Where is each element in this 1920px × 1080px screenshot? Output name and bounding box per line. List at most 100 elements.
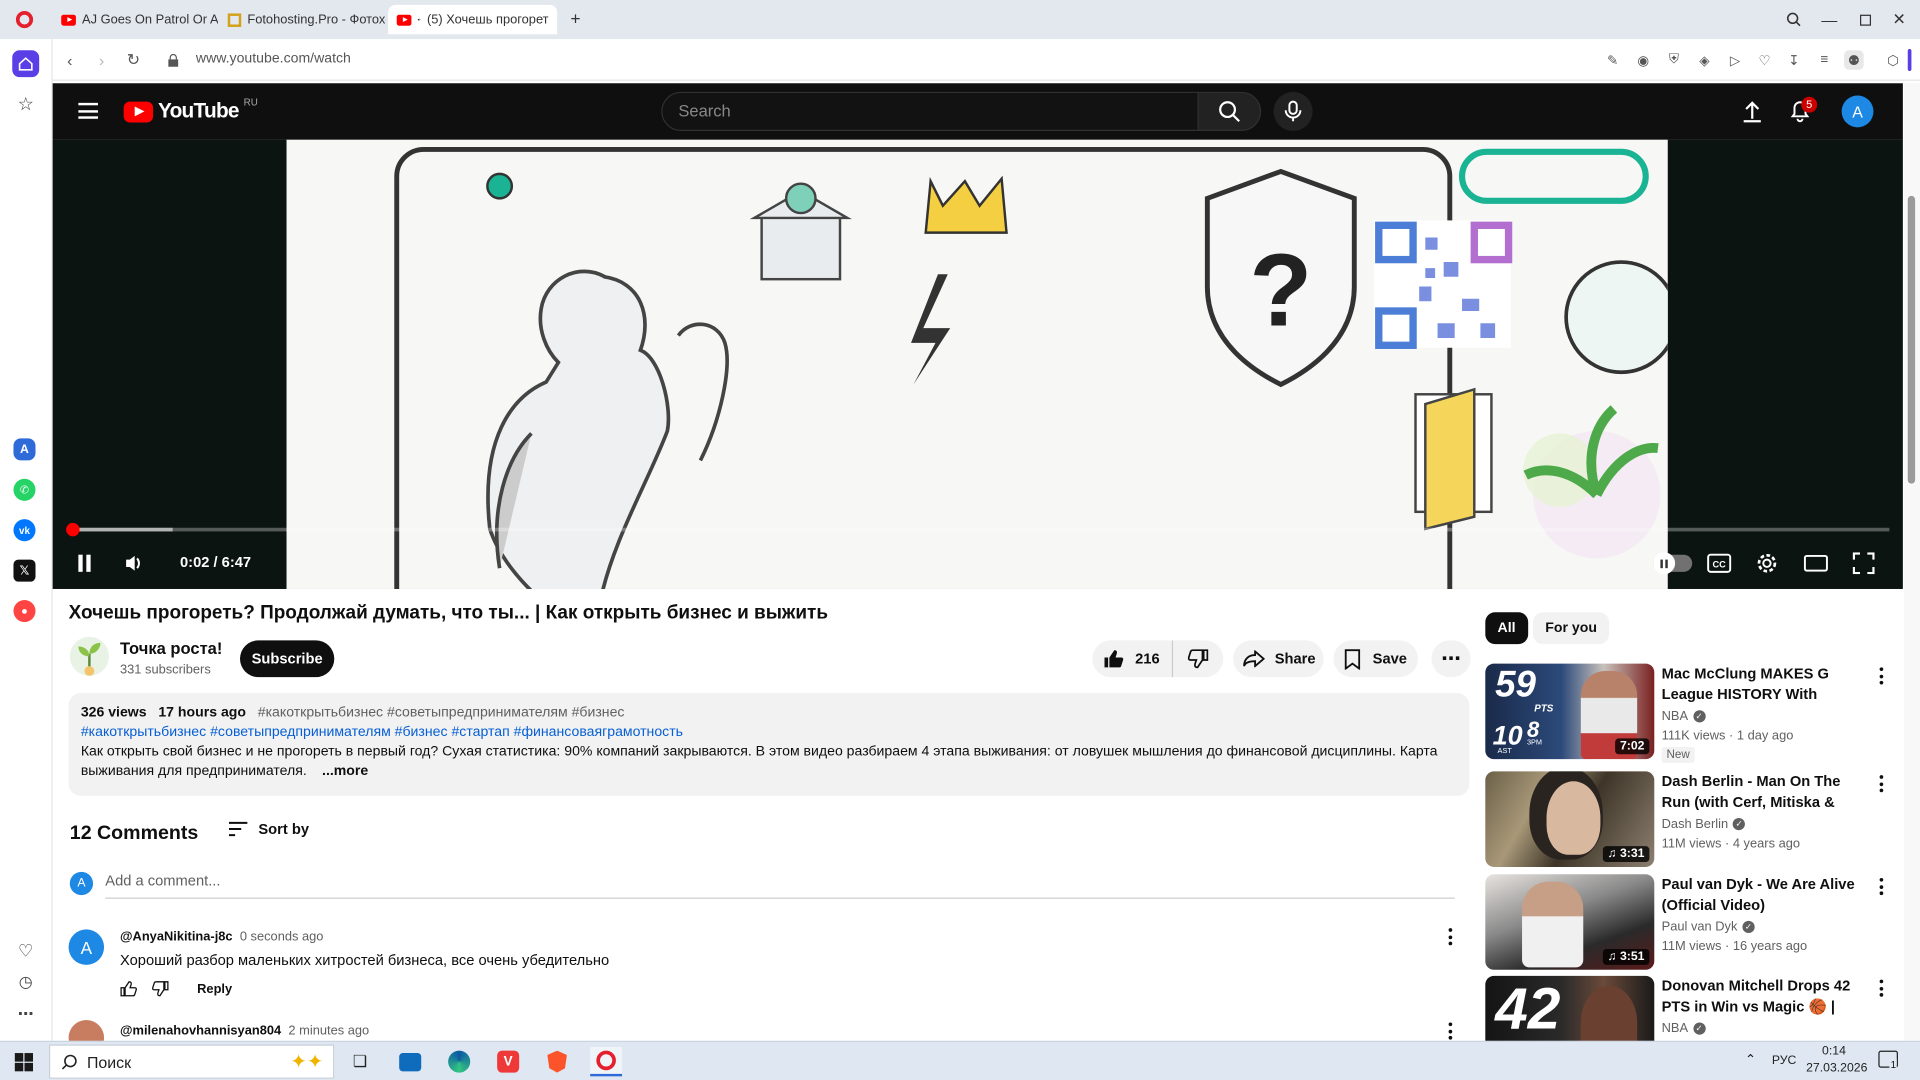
timeline-bar[interactable] bbox=[66, 522, 1890, 537]
volume-button[interactable] bbox=[119, 547, 151, 579]
chip-all[interactable]: All bbox=[1485, 612, 1528, 645]
video-thumbnail[interactable]: ♫ 3:31 bbox=[1485, 771, 1655, 867]
notification-center-icon[interactable]: 1 bbox=[1878, 1050, 1898, 1071]
share-button[interactable]: Share bbox=[1233, 640, 1324, 678]
shield-icon[interactable]: ⛨ bbox=[1664, 50, 1684, 70]
clock-date[interactable]: 27.03.2026 bbox=[1806, 1062, 1867, 1075]
recommended-menu-icon[interactable] bbox=[1875, 774, 1887, 794]
recommended-title[interactable]: Mac McClung MAKES G League HISTORY With … bbox=[1662, 664, 1873, 704]
aria-icon[interactable]: A bbox=[13, 438, 36, 461]
add-comment-input[interactable]: Add a comment... bbox=[105, 872, 1455, 899]
comment-author[interactable]: @milenahovhannisyan804 bbox=[120, 1024, 281, 1039]
voice-search-button[interactable] bbox=[1273, 91, 1313, 132]
show-more-button[interactable]: ...more bbox=[317, 761, 369, 782]
youtube-logo[interactable]: YouTube RU bbox=[123, 96, 258, 123]
more-dots-icon[interactable]: ⋯ bbox=[12, 1000, 39, 1027]
browser-tab-active[interactable]: (5) Хочешь прогорет bbox=[388, 4, 558, 35]
autoplay-toggle[interactable] bbox=[1653, 552, 1693, 575]
recommended-menu-icon[interactable] bbox=[1875, 666, 1887, 686]
url-field[interactable]: www.youtube.com/watch bbox=[196, 51, 351, 66]
new-tab-button[interactable]: + bbox=[564, 7, 586, 29]
language-indicator[interactable]: РУС bbox=[1772, 1054, 1797, 1067]
close-window-button[interactable]: ✕ bbox=[1887, 7, 1911, 31]
captions-button[interactable]: CC bbox=[1703, 547, 1735, 579]
page-scrollbar[interactable] bbox=[1904, 83, 1920, 1041]
whatsapp-icon[interactable]: ✆ bbox=[13, 478, 36, 501]
more-actions-button[interactable]: ⋯ bbox=[1431, 640, 1471, 678]
home-icon[interactable] bbox=[12, 50, 40, 78]
x-twitter-icon[interactable]: 𝕏 bbox=[13, 559, 36, 582]
recommended-video[interactable]: ♫ 3:51 Paul van Dyk - We Are Alive (Offi… bbox=[1485, 874, 1901, 970]
heart-sidebar-icon[interactable]: ♡ bbox=[12, 937, 39, 964]
music-player-icon[interactable]: ● bbox=[13, 600, 36, 623]
sort-comments-button[interactable]: Sort by bbox=[228, 820, 309, 838]
settings-button[interactable] bbox=[1751, 547, 1783, 579]
scrollbar-thumb[interactable] bbox=[1907, 195, 1916, 484]
play-icon[interactable]: ▷ bbox=[1725, 50, 1745, 70]
comment-author[interactable]: @AnyaNikitina-j8c bbox=[120, 929, 233, 944]
channel-avatar[interactable] bbox=[69, 636, 109, 676]
comment-menu-icon[interactable] bbox=[1444, 1021, 1456, 1041]
taskbar-search-box[interactable]: Поиск ✦✦ bbox=[48, 1044, 335, 1079]
dislike-button[interactable] bbox=[1173, 640, 1222, 677]
camera-icon[interactable]: ◉ bbox=[1633, 50, 1653, 70]
save-button[interactable]: Save bbox=[1333, 640, 1418, 678]
reload-button[interactable]: ↻ bbox=[122, 49, 144, 71]
video-thumbnail[interactable]: 59 PTS 10 AST 8 3PM 7:02 bbox=[1485, 663, 1655, 760]
video-player[interactable]: ? 0:02 / 6:47 CC bbox=[52, 139, 1903, 589]
maximize-button[interactable] bbox=[1853, 7, 1877, 31]
download-icon[interactable]: ↧ bbox=[1784, 50, 1804, 70]
pause-button[interactable] bbox=[69, 547, 101, 579]
sidebar-toggle-bar[interactable] bbox=[1907, 48, 1912, 72]
video-thumbnail[interactable]: ♫ 3:51 bbox=[1485, 874, 1655, 970]
forward-button[interactable]: › bbox=[91, 49, 113, 71]
back-button[interactable]: ‹ bbox=[59, 49, 81, 71]
recommended-video[interactable]: 59 PTS 10 AST 8 3PM 7:02 Mac McClung MAK… bbox=[1485, 663, 1901, 763]
timeline-scrubber[interactable] bbox=[66, 522, 81, 537]
comment-like-button[interactable] bbox=[120, 981, 140, 1001]
browser-tab[interactable]: AJ Goes On Patrol Or AJ S bbox=[53, 5, 218, 34]
comment-dislike-button[interactable] bbox=[152, 981, 172, 1001]
recommended-title[interactable]: Donovan Mitchell Drops 42 PTS in Win vs … bbox=[1662, 976, 1873, 1016]
recommended-menu-icon[interactable] bbox=[1875, 877, 1887, 897]
vpn-icon[interactable]: ◈ bbox=[1695, 50, 1715, 70]
recommended-menu-icon[interactable] bbox=[1875, 978, 1887, 998]
recommended-title[interactable]: Paul van Dyk - We Are Alive (Official Vi… bbox=[1662, 874, 1873, 914]
comment-time[interactable]: 2 minutes ago bbox=[288, 1024, 369, 1039]
fullscreen-button[interactable] bbox=[1848, 547, 1880, 579]
extension-cube-icon[interactable]: ⬡ bbox=[1883, 50, 1903, 70]
task-view-icon[interactable]: ❏ bbox=[344, 1047, 376, 1076]
comment-avatar[interactable]: A bbox=[68, 929, 105, 965]
account-avatar[interactable]: A bbox=[1841, 95, 1874, 128]
notifications-button[interactable]: 5 bbox=[1788, 96, 1818, 125]
subscribe-button[interactable]: Subscribe bbox=[240, 640, 335, 678]
upload-button[interactable] bbox=[1740, 99, 1764, 123]
comment-menu-icon[interactable] bbox=[1444, 927, 1456, 947]
like-button[interactable]: 216 bbox=[1092, 640, 1174, 678]
search-input[interactable]: Search bbox=[661, 91, 1199, 132]
vk-icon[interactable]: vk bbox=[13, 519, 36, 542]
speaker-icon[interactable] bbox=[417, 13, 421, 25]
reply-button[interactable]: Reply bbox=[197, 982, 232, 997]
hashtag-line[interactable]: #какоткрытьбизнес #советыпредпринимателя… bbox=[81, 722, 1457, 742]
recommended-channel[interactable]: NBA ✓ bbox=[1662, 1021, 1706, 1036]
recommended-channel[interactable]: NBA ✓ bbox=[1662, 709, 1706, 724]
edit-icon[interactable]: ✎ bbox=[1603, 50, 1623, 70]
recommended-title[interactable]: Dash Berlin - Man On The Run (with Cerf,… bbox=[1662, 771, 1873, 811]
channel-name[interactable]: Точка роста! bbox=[120, 639, 222, 657]
heart-icon[interactable]: ♡ bbox=[1755, 50, 1775, 70]
brave-icon[interactable] bbox=[541, 1047, 573, 1076]
browser-tab[interactable]: Fotohosting.Pro - Фотохо bbox=[219, 5, 386, 34]
tray-chevron-icon[interactable]: ⌃ bbox=[1745, 1052, 1756, 1068]
windows-start-icon[interactable] bbox=[7, 1047, 39, 1076]
theater-mode-button[interactable] bbox=[1800, 547, 1832, 579]
comment-time[interactable]: 0 seconds ago bbox=[240, 929, 324, 944]
recommended-channel[interactable]: Paul van Dyk ✓ bbox=[1662, 920, 1755, 934]
history-icon[interactable]: ◷ bbox=[12, 969, 39, 996]
star-icon[interactable]: ☆ bbox=[12, 91, 39, 118]
outlook-icon[interactable] bbox=[394, 1047, 426, 1076]
vivaldi-icon[interactable]: V bbox=[492, 1047, 524, 1076]
chip-for-you[interactable]: For you bbox=[1533, 612, 1610, 645]
tab-search-icon[interactable] bbox=[1782, 7, 1806, 31]
recommended-channel[interactable]: Dash Berlin ✓ bbox=[1662, 817, 1746, 831]
